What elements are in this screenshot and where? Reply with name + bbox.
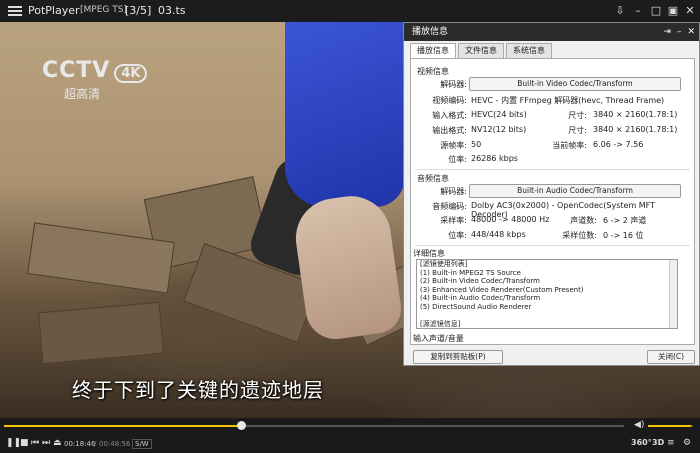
sample-rate-value: 48000 -> 48000 Hz xyxy=(471,215,550,224)
subtitle-text: 终于下到了关键的遗迹地层 xyxy=(72,378,324,402)
volume-level xyxy=(648,425,691,427)
audio-decoder-button[interactable]: Built-in Audio Codec/Transform xyxy=(469,184,681,198)
pause-icon[interactable]: ❚❚ xyxy=(6,438,21,448)
panel-close-icon[interactable]: ✕ xyxy=(687,27,695,37)
stop-icon[interactable]: ■ xyxy=(20,438,29,448)
channels-value: 6 -> 2 声道 xyxy=(603,216,647,225)
close-button[interactable]: 关闭(C) xyxy=(647,350,695,364)
app-name: PotPlayer xyxy=(28,4,80,17)
3d-button[interactable]: 3D xyxy=(652,438,664,447)
output-size-value: 3840 × 2160(1.78:1) xyxy=(593,125,678,134)
panel-header: 播放信息 ⇥ – ✕ xyxy=(404,23,699,41)
audio-decoder-label: 解码器: xyxy=(440,187,467,196)
detail-line: [滤镜使用列表] xyxy=(420,260,468,268)
input-size-label: 尺寸: xyxy=(568,111,587,120)
source-fps-value: 50 xyxy=(471,140,482,149)
audio-section-title: 音频信息 xyxy=(417,174,449,183)
tab-system-info[interactable]: 系统信息 xyxy=(506,43,552,58)
prev-icon[interactable]: ⏮ xyxy=(31,438,39,448)
maximize-icon[interactable]: ▣ xyxy=(665,3,681,19)
audio-codec-label: 音频编码: xyxy=(432,202,467,211)
panel-title: 播放信息 xyxy=(412,27,449,37)
detail-line: (2) Built-in Video Codec/Transform xyxy=(420,277,540,286)
source-fps-label: 源帧率: xyxy=(440,141,467,150)
video-codec-label: 视频编码: xyxy=(432,96,467,105)
current-fps-label: 当前帧率: xyxy=(552,141,587,150)
equalizer-icon[interactable]: ≡ xyxy=(667,438,675,448)
video-section-title: 视频信息 xyxy=(417,67,449,76)
playlist-position: [3/5] xyxy=(125,4,152,17)
seek-bar[interactable]: ◀) xyxy=(0,418,700,434)
decoder-mode-badge[interactable]: S/W xyxy=(132,439,152,449)
channel-logo: CCTV 4K 超高清 xyxy=(42,58,148,102)
video-bitrate-label: 位率: xyxy=(448,155,467,164)
minimize-icon[interactable]: – xyxy=(630,3,646,19)
open-icon[interactable]: ⏏ xyxy=(53,438,62,448)
video-decoder-button[interactable]: Built-in Video Codec/Transform xyxy=(469,77,681,91)
vr-360-button[interactable]: 360° xyxy=(631,438,652,447)
tab-playback-info[interactable]: 播放信息 xyxy=(410,43,456,58)
input-format-value: HEVC(24 bits) xyxy=(471,110,527,119)
seek-handle[interactable] xyxy=(237,421,247,430)
input-format-label: 输入格式: xyxy=(432,111,467,120)
current-fps-value: 6.06 -> 7.56 xyxy=(593,140,644,149)
detail-line: (4) Built-in Audio Codec/Transform xyxy=(420,294,541,303)
volume-icon[interactable]: ◀) xyxy=(634,420,644,430)
panel-minimize-icon[interactable]: – xyxy=(677,27,682,37)
volume-slider[interactable] xyxy=(648,425,693,427)
video-bitrate-value: 26286 kbps xyxy=(471,154,518,163)
detail-line: (5) DirectSound Audio Renderer xyxy=(420,302,532,311)
blue-sleeve xyxy=(285,22,405,207)
title-bar: PotPlayer [MPEG TS] [3/5] 03.ts ⇩ – □ ▣ … xyxy=(0,0,700,22)
sample-bits-value: 0 -> 16 位 xyxy=(603,231,644,240)
pin-icon[interactable]: ⇩ xyxy=(612,3,628,19)
file-name: 03.ts xyxy=(158,4,186,17)
input-size-value: 3840 × 2160(1.78:1) xyxy=(593,110,678,119)
panel-pin-icon[interactable]: ⇥ xyxy=(663,27,671,37)
control-bar: ❚❚ ■ ⏮ ⏭ ⏏ 00:18:46 / 00:48:56 S/W 360° … xyxy=(0,434,700,453)
detail-scrollbar[interactable] xyxy=(669,260,677,328)
format-label: [MPEG TS] xyxy=(80,5,127,15)
current-time: 00:18:46 xyxy=(64,440,96,448)
detail-line: (1) Built-in MPEG2 TS Source xyxy=(420,268,521,277)
video-decoder-label: 解码器: xyxy=(440,80,467,89)
next-icon[interactable]: ⏭ xyxy=(42,438,50,448)
detail-line: (3) Enhanced Video Renderer(Custom Prese… xyxy=(420,285,584,294)
video-codec-value: HEVC - 内置 FFmpeg 解码器(hevc, Thread Frame) xyxy=(471,96,665,105)
output-size-label: 尺寸: xyxy=(568,126,587,135)
settings-gear-icon[interactable]: ⚙ xyxy=(683,438,691,448)
hand xyxy=(290,191,405,343)
output-format-value: NV12(12 bits) xyxy=(471,125,527,134)
output-format-label: 输出格式: xyxy=(432,126,467,135)
restore-icon[interactable]: □ xyxy=(648,3,664,19)
channels-label: 声道数: xyxy=(570,216,597,225)
tab-content: 视频信息 解码器: Built-in Video Codec/Transform… xyxy=(410,58,695,345)
detail-list[interactable]: [滤镜使用列表] (1) Built-in MPEG2 TS Source (2… xyxy=(416,259,678,329)
io-section-title: 输入声道/音量 xyxy=(413,334,464,343)
detail-line xyxy=(420,312,677,321)
sample-bits-label: 采样位数: xyxy=(562,231,597,240)
audio-bitrate-label: 位率: xyxy=(448,231,467,240)
detail-line: [源滤镜信息] xyxy=(420,320,461,329)
audio-bitrate-value: 448/448 kbps xyxy=(471,230,526,239)
detail-section-title: 详细信息 xyxy=(413,249,445,258)
tab-file-info[interactable]: 文件信息 xyxy=(458,43,504,58)
seek-progress xyxy=(4,425,242,427)
sample-rate-label: 采样率: xyxy=(440,216,467,225)
close-icon[interactable]: ✕ xyxy=(682,3,698,19)
copy-to-clipboard-button[interactable]: 复制到剪贴板(P) xyxy=(413,350,503,364)
total-time: 00:48:56 xyxy=(99,440,131,448)
menu-icon[interactable] xyxy=(8,4,22,18)
playback-info-panel: 播放信息 ⇥ – ✕ 播放信息 文件信息 系统信息 视频信息 解码器: Built-… xyxy=(403,22,700,366)
